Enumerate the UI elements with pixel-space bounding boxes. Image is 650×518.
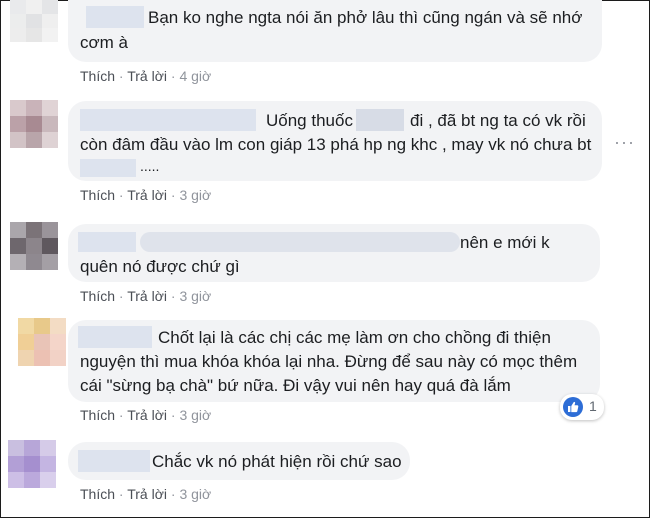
like-link[interactable]: Thích	[80, 407, 115, 423]
avatar[interactable]	[10, 0, 58, 42]
comment-text: Bạn ko nghe ngta nói ăn phở lâu thì cũng…	[148, 8, 583, 27]
comment-text: .....	[140, 158, 160, 174]
comment-bubble: Chốt lại là các chị các mẹ làm ơn cho ch…	[68, 320, 600, 402]
comment-timestamp[interactable]: 3 giờ	[179, 407, 211, 423]
separator-dot: ·	[118, 486, 128, 502]
reply-link[interactable]: Trả lời	[127, 288, 167, 304]
avatar[interactable]	[18, 318, 66, 366]
avatar[interactable]	[8, 440, 56, 488]
reaction-badge[interactable]: 1	[560, 394, 604, 420]
blurred-text	[140, 232, 460, 252]
like-link[interactable]: Thích	[80, 486, 115, 502]
blurred-username	[86, 6, 144, 28]
blurred-username	[78, 232, 136, 252]
reaction-count: 1	[589, 398, 597, 414]
separator-dot: ·	[118, 288, 128, 304]
comment-actions: Thích · Trả lời · 3 giờ	[80, 407, 211, 423]
comment-actions: Thích · Trả lời · 3 giờ	[80, 288, 211, 304]
comment-timestamp[interactable]: 3 giờ	[179, 187, 211, 203]
comment-bubble: Uống thuốc đi , đã bt ng ta có vk rồi cò…	[68, 101, 602, 181]
separator-dot: ·	[118, 68, 128, 84]
comment-text: Uống thuốc	[266, 111, 353, 130]
comment-bubble: Chắc vk nó phát hiện rồi chứ sao	[68, 442, 410, 480]
like-link[interactable]: Thích	[80, 187, 115, 203]
comment-text: quên nó được chứ gì	[80, 257, 240, 276]
separator-dot: ·	[118, 187, 128, 203]
avatar[interactable]	[10, 222, 58, 270]
blurred-username	[78, 326, 152, 348]
comment-text: đi , đã bt ng ta có vk rồi	[410, 111, 586, 130]
like-link[interactable]: Thích	[80, 68, 115, 84]
comment-actions: Thích · Trả lời · 3 giờ	[80, 187, 211, 203]
comment-text: nên e mới k	[460, 233, 550, 252]
comment-timestamp[interactable]: 3 giờ	[179, 486, 211, 502]
comment-bubble: Bạn ko nghe ngta nói ăn phở lâu thì cũng…	[68, 0, 602, 62]
blurred-name	[356, 109, 404, 131]
separator-dot: ·	[118, 407, 128, 423]
comment-text: Chốt lại là các chị các mẹ làm ơn cho ch…	[158, 328, 551, 347]
comment-text: cơm à	[80, 33, 128, 52]
more-options-icon[interactable]: ···	[614, 132, 635, 153]
reply-link[interactable]: Trả lời	[127, 486, 167, 502]
like-icon	[563, 397, 583, 417]
blurred-text	[80, 159, 136, 177]
reply-link[interactable]: Trả lời	[127, 68, 167, 84]
comment-actions: Thích · Trả lời · 3 giờ	[80, 486, 211, 502]
comment-text: Chắc vk nó phát hiện rồi chứ sao	[152, 452, 402, 471]
blurred-username	[78, 450, 150, 472]
avatar[interactable]	[10, 100, 58, 148]
comment-timestamp[interactable]: 4 giờ	[179, 68, 211, 84]
blurred-username	[80, 109, 256, 131]
comment-timestamp[interactable]: 3 giờ	[179, 288, 211, 304]
comment-text: nguyện thì mua khóa khóa lại nha. Đừng đ…	[80, 352, 578, 371]
comment-actions: Thích · Trả lời · 4 giờ	[80, 68, 211, 84]
reply-link[interactable]: Trả lời	[127, 407, 167, 423]
reply-link[interactable]: Trả lời	[127, 187, 167, 203]
like-link[interactable]: Thích	[80, 288, 115, 304]
comment-text: cái "sừng bạ chà" bứ nữa. Đi vậy vui nên…	[80, 376, 511, 395]
comment-bubble: nên e mới k quên nó được chứ gì	[68, 224, 600, 282]
